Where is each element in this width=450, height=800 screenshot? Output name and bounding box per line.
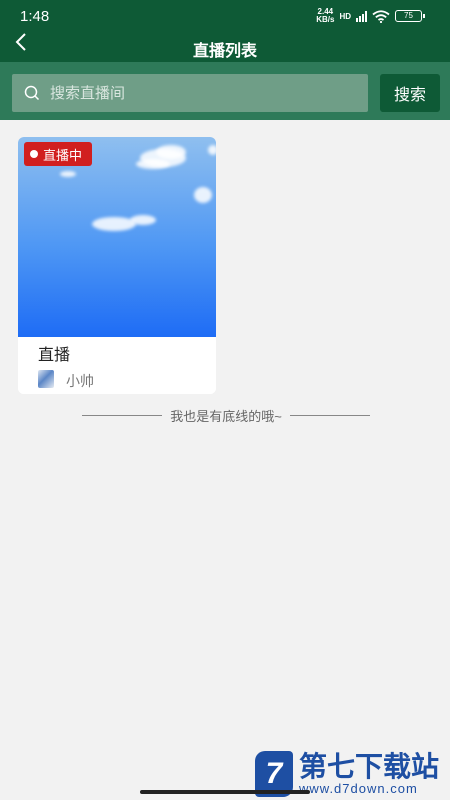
home-indicator[interactable] (140, 790, 310, 794)
search-input[interactable] (50, 84, 330, 102)
network-type: HD (339, 11, 351, 21)
signal-icon (356, 10, 367, 22)
page-title: 直播列表 (192, 43, 257, 60)
network-speed: 2.44 KB/s (316, 7, 335, 24)
divider-line-right (289, 414, 370, 416)
live-card-info: 直播 小帅 (18, 337, 216, 394)
status-time: 1:48 (20, 8, 50, 25)
live-room-card[interactable]: 直播中 直播 小帅 (18, 137, 216, 394)
status-bar: 1:48 2.44 KB/s HD 75 (0, 0, 450, 34)
live-room-title: 直播 (38, 347, 71, 364)
list-end-divider: 我也是有底线的哦~ (82, 406, 370, 424)
watermark-url: www.d7down.com (299, 781, 418, 796)
search-button[interactable]: 搜索 (380, 74, 440, 112)
live-status-label: 直播中 (43, 147, 83, 163)
battery-icon: 75 (395, 10, 425, 22)
avatar (38, 370, 54, 388)
search-field[interactable] (12, 74, 368, 112)
divider-line-left (82, 414, 163, 416)
list-end-text: 我也是有底线的哦~ (170, 408, 282, 424)
search-bar: 搜索 (0, 62, 450, 120)
live-dot-icon (30, 150, 38, 158)
search-icon (24, 85, 40, 101)
live-status-badge: 直播中 (24, 142, 93, 166)
nav-bar: 直播列表 (0, 33, 450, 62)
watermark-title: 第七下载站 (299, 751, 440, 782)
streamer-name: 小帅 (66, 373, 94, 389)
live-cover-image (18, 137, 216, 337)
wifi-icon (372, 9, 390, 23)
status-icons: 2.44 KB/s HD 75 (316, 7, 425, 24)
